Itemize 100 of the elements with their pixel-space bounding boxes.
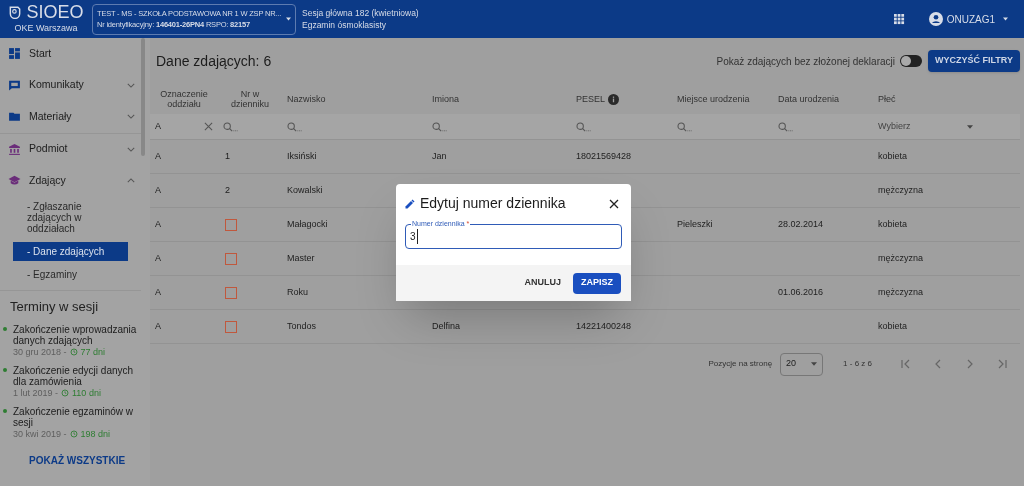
submenu-item[interactable]: - Egzaminy: [13, 264, 128, 284]
table-cell-text: Iksiński: [287, 149, 317, 163]
column-header[interactable]: PESEL: [576, 94, 606, 104]
deadline-date: 30 gru 2018 -: [13, 346, 67, 358]
deadline-days: 77 dni: [80, 346, 106, 358]
table-cell-text: kobieta: [878, 217, 908, 231]
nav-item[interactable]: Materiały: [0, 101, 141, 133]
chevron-down-icon[interactable]: [127, 114, 135, 120]
search-field-icon[interactable]: [576, 121, 591, 132]
search-field-icon[interactable]: [778, 121, 793, 132]
table-cell-text: kobieta: [878, 319, 908, 333]
nav-item[interactable]: Komunikaty: [0, 69, 141, 101]
cancel-button[interactable]: ANULUJ: [524, 276, 561, 290]
table-cell-text: 18021569428: [576, 149, 632, 163]
table-cell-text: 28.02.2014: [778, 217, 824, 231]
toggle-label: Pokaż zdających bez złożonej deklaracji: [716, 54, 895, 69]
table-cell-text: A: [155, 319, 161, 333]
page-title: Dane zdających: 6: [156, 51, 272, 71]
search-field-icon[interactable]: [223, 121, 238, 132]
column-header[interactable]: Nazwisko: [287, 94, 326, 104]
column-header[interactable]: Oznaczenie oddziału: [155, 89, 213, 109]
toggle-switch[interactable]: [900, 55, 922, 67]
table-cell-text: A: [155, 217, 161, 231]
clear-filters-button[interactable]: WYCZYŚĆ FILTRY: [928, 50, 1020, 72]
caret-icon: [286, 17, 291, 21]
table-cell-text: Jan: [432, 149, 447, 163]
chevron-down-icon[interactable]: [127, 82, 135, 88]
section-title: Terminy w sesji: [10, 297, 100, 316]
table-cell-text: Master: [287, 251, 315, 265]
table-cell-text: 2: [225, 183, 230, 197]
table-cell-text: 14221400248: [576, 319, 632, 333]
clock-icon: [69, 348, 78, 356]
table-cell-text: mężczyzna: [878, 183, 923, 197]
table-cell-text: mężczyzna: [878, 285, 923, 299]
column-header[interactable]: Miejsce urodzenia: [677, 94, 750, 104]
table-cell-text: Kowalski: [287, 183, 323, 197]
dialog-title: Edytuj numer dziennika: [420, 194, 566, 213]
deadline-days: 198 dni: [80, 428, 111, 440]
app-logo: SIOEO: [26, 2, 84, 23]
shield-icon: [8, 5, 23, 20]
table-cell-text: Delfina: [432, 319, 460, 333]
search-field-icon[interactable]: [677, 121, 692, 132]
table-cell-text: Roku: [287, 285, 308, 299]
submenu-item[interactable]: - Dane zdających: [13, 241, 128, 261]
empty-number-box[interactable]: [225, 320, 237, 333]
first-page-icon[interactable]: [900, 358, 912, 370]
clock-icon: [61, 389, 70, 397]
last-page-icon[interactable]: [996, 358, 1008, 370]
deadline-date: 1 lut 2019 -: [13, 387, 59, 399]
column-header[interactable]: Płeć: [878, 94, 896, 104]
table-cell-text: 01.06.2016: [778, 285, 824, 299]
select-field[interactable]: Wybierz: [878, 119, 973, 134]
table-cell-text: A: [155, 285, 161, 299]
column-header[interactable]: Imiona: [432, 94, 459, 104]
empty-number-box[interactable]: [225, 252, 237, 265]
search-field-icon[interactable]: [432, 121, 447, 132]
chat-icon: [8, 78, 21, 92]
dashboard-icon: [8, 47, 21, 61]
caret-icon: [967, 124, 973, 129]
chevron-up-icon[interactable]: [127, 178, 135, 184]
deadline-date: 30 kwi 2019 -: [13, 428, 67, 440]
nav-item[interactable]: Zdający: [0, 165, 141, 197]
empty-number-box[interactable]: [225, 218, 237, 231]
empty-number-box[interactable]: [225, 286, 237, 299]
table-cell-text: A: [155, 149, 161, 163]
table-cell-text: A: [155, 251, 161, 265]
session-name: Sesja główna 182 (kwietniowa): [302, 7, 419, 19]
submenu-item[interactable]: - Zgłaszanie zdających w oddziałach: [13, 196, 128, 238]
page-range: 1 - 6 z 6: [843, 358, 872, 370]
table-cell-text: Tondos: [287, 319, 317, 333]
avatar-icon[interactable]: [928, 12, 943, 26]
search-field-icon[interactable]: [287, 121, 302, 132]
column-header[interactable]: Nr w dzienniku: [223, 89, 277, 109]
nav-item[interactable]: Start: [0, 38, 141, 70]
save-button[interactable]: ZAPISZ: [573, 272, 621, 294]
table-cell-text: Pieleszki: [677, 217, 713, 231]
apps-icon[interactable]: [893, 13, 905, 25]
deadline-title: Zakończenie edycji danych dla zamówienia: [13, 365, 135, 387]
folder-icon: [8, 110, 21, 124]
bank-icon: [8, 142, 21, 156]
exam-name: Egzamin ósmoklasisty: [302, 19, 388, 31]
info-icon: [608, 93, 620, 105]
caret-icon[interactable]: [1003, 17, 1008, 21]
table-cell-text: 1: [225, 149, 230, 163]
deadline-title: Zakończenie wprowadzania danych zdających: [13, 324, 137, 346]
table-cell-text: A: [155, 183, 161, 197]
nav-item[interactable]: Podmiot: [0, 133, 141, 165]
org-name: OKE Warszawa: [14, 22, 78, 36]
chevron-down-icon[interactable]: [127, 146, 135, 152]
user-name[interactable]: ONUZAG1: [946, 11, 995, 27]
page-size-label: Pozycje na stronę: [708, 358, 773, 370]
table-cell-text: mężczyzna: [878, 251, 923, 265]
page-size-select[interactable]: 20: [780, 352, 824, 376]
filter-field[interactable]: A: [155, 119, 213, 134]
show-all-link[interactable]: POKAŻ WSZYSTKIE: [29, 453, 126, 468]
close-icon[interactable]: [609, 198, 619, 209]
caret-icon: [811, 362, 818, 366]
clock-icon: [69, 430, 78, 438]
clear-icon[interactable]: [204, 122, 213, 131]
column-header[interactable]: Data urodzenia: [778, 94, 840, 104]
